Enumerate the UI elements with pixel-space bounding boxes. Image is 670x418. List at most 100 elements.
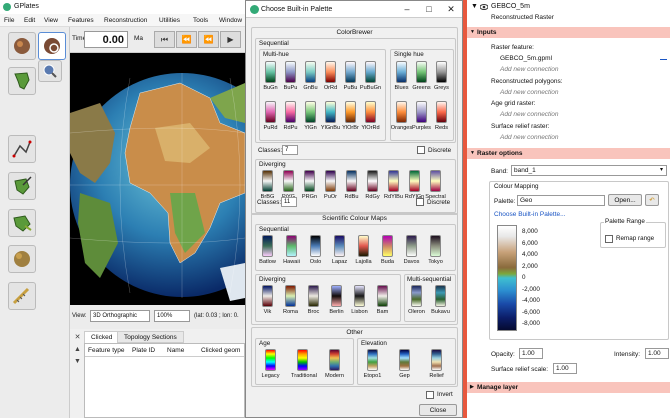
close-button[interactable]: Close [419,404,457,416]
palette-swatch-prgn[interactable] [304,170,315,192]
manage-layer-header[interactable]: ▶ Manage layer [467,382,670,393]
tool-zoom-globe[interactable] [38,32,66,60]
palette-swatch-greens[interactable] [416,61,427,83]
tool-measure[interactable] [8,282,36,310]
raster-options-header[interactable]: ▼ Raster options [467,148,670,159]
expand-panel-icon[interactable]: ▲ [73,345,82,354]
palette-swatch-roma[interactable] [285,285,296,307]
palette-swatch-oranges[interactable] [396,101,407,123]
palette-swatch-vik[interactable] [262,285,273,307]
open-palette-button[interactable]: Open... [608,194,642,206]
palette-swatch-ylorbr[interactable] [345,101,356,123]
inputs-header[interactable]: ▼ Inputs [467,27,670,38]
col-name[interactable]: Name [167,347,184,354]
projection-select[interactable]: 3D Orthographic [90,310,150,322]
palette-swatch-pubu[interactable] [345,61,356,83]
tab-topology-sections[interactable]: Topology Sections [117,331,184,343]
tool-pole-manipulation[interactable] [8,245,36,273]
tool-topology[interactable] [8,209,36,237]
tool-edit-geometry[interactable] [8,172,36,200]
palette-swatch-rdylgn[interactable] [409,170,420,192]
opacity-spinbox[interactable]: 1.00 [519,348,543,359]
palette-swatch-rdpu[interactable] [285,101,296,123]
palette-swatch-ylorrd[interactable] [365,101,376,123]
palette-swatch-bukavu[interactable] [435,285,446,307]
remap-range-checkbox[interactable] [605,235,613,243]
palette-input[interactable]: Geo [517,195,605,206]
palette-swatch-oleron[interactable] [411,285,422,307]
maximize-icon[interactable]: □ [418,1,440,18]
collapse-layer-icon[interactable]: ▼ [471,3,478,10]
palette-swatch-greys[interactable] [436,61,447,83]
time-input[interactable]: 0.00 [84,31,128,48]
tool-choose-feature[interactable] [8,67,36,95]
menu-features[interactable]: Features [68,17,94,24]
rewind-button[interactable]: ⏪ [198,31,219,48]
palette-swatch-rdgy[interactable] [367,170,378,192]
palette-swatch-ylgnbu[interactable] [325,101,336,123]
palette-swatch-rdylbu[interactable] [388,170,399,192]
reset-palette-icon[interactable]: ↶ [645,194,659,206]
palette-swatch-ylgn[interactable] [305,101,316,123]
invert-checkbox[interactable] [426,391,434,399]
zoom-select[interactable]: 100% [154,310,190,322]
palette-swatch-purd[interactable] [265,101,276,123]
close-panel-icon[interactable]: ✕ [73,333,82,342]
palette-swatch-berlin[interactable] [331,285,342,307]
add-relief-connection[interactable]: Add new connection [500,134,559,141]
palette-swatch-batlow[interactable] [262,235,273,257]
palette-swatch-oslo[interactable] [310,235,321,257]
add-polygons-connection[interactable]: Add new connection [500,89,559,96]
palette-swatch-lisbon[interactable] [354,285,365,307]
palette-swatch-rdbu[interactable] [346,170,357,192]
palette-swatch-bupu[interactable] [285,61,296,83]
palette-swatch-lapaz[interactable] [334,235,345,257]
palette-swatch-purples[interactable] [416,101,427,123]
palette-swatch-spectral[interactable] [430,170,441,192]
reset-time-button[interactable]: ⏮ [154,31,175,48]
palette-swatch-etopo1[interactable] [367,349,378,371]
step-back-button[interactable]: ⏪ [176,31,197,48]
palette-swatch-pubugn[interactable] [365,61,376,83]
menu-file[interactable]: File [4,17,14,24]
globe-canvas[interactable] [70,53,245,305]
add-raster-connection[interactable]: Add new connection [500,66,559,73]
palette-swatch-puor[interactable] [325,170,336,192]
tool-drag-globe[interactable] [8,32,36,60]
tool-zoom-small[interactable] [38,60,62,82]
palette-swatch-orrd[interactable] [325,61,336,83]
palette-swatch-hawaii[interactable] [286,235,297,257]
palette-swatch-piyg[interactable] [283,170,294,192]
palette-swatch-davos[interactable] [406,235,417,257]
menu-utilities[interactable]: Utilities [159,17,180,24]
palette-swatch-bugn[interactable] [265,61,276,83]
palette-swatch-lajolla[interactable] [358,235,369,257]
col-clicked-geometry[interactable]: Clicked geom [201,347,245,354]
div-discrete-checkbox[interactable] [416,198,424,206]
menu-edit[interactable]: Edit [24,17,35,24]
palette-swatch-legacy[interactable] [265,349,276,371]
layer-name[interactable]: GEBCO_5m [491,3,530,10]
palette-swatch-gep[interactable] [399,349,410,371]
palette-swatch-relief[interactable] [431,349,442,371]
menu-tools[interactable]: Tools [193,17,208,24]
band-select[interactable]: band_1 [511,165,667,176]
tab-clicked[interactable]: Clicked [84,331,120,343]
discrete-checkbox[interactable] [417,146,425,154]
palette-swatch-modern[interactable] [329,349,340,371]
eye-icon[interactable] [480,3,488,11]
palette-swatch-traditional[interactable] [297,349,308,371]
palette-swatch-reds[interactable] [436,101,447,123]
minimize-icon[interactable]: – [396,1,418,18]
raster-file[interactable]: GEBCO_5m.gpml [500,55,552,62]
menu-window[interactable]: Window [219,17,242,24]
palette-swatch-gnbu[interactable] [305,61,316,83]
relief-scale-spinbox[interactable]: 1.00 [553,363,577,374]
close-window-icon[interactable]: ✕ [440,1,462,18]
add-age-grid-connection[interactable]: Add new connection [500,111,559,118]
palette-swatch-bam[interactable] [377,285,388,307]
collapse-panel-icon[interactable]: ▼ [73,357,82,366]
palette-swatch-tokyo[interactable] [430,235,441,257]
menu-reconstruction[interactable]: Reconstruction [104,17,147,24]
palette-swatch-broc[interactable] [308,285,319,307]
